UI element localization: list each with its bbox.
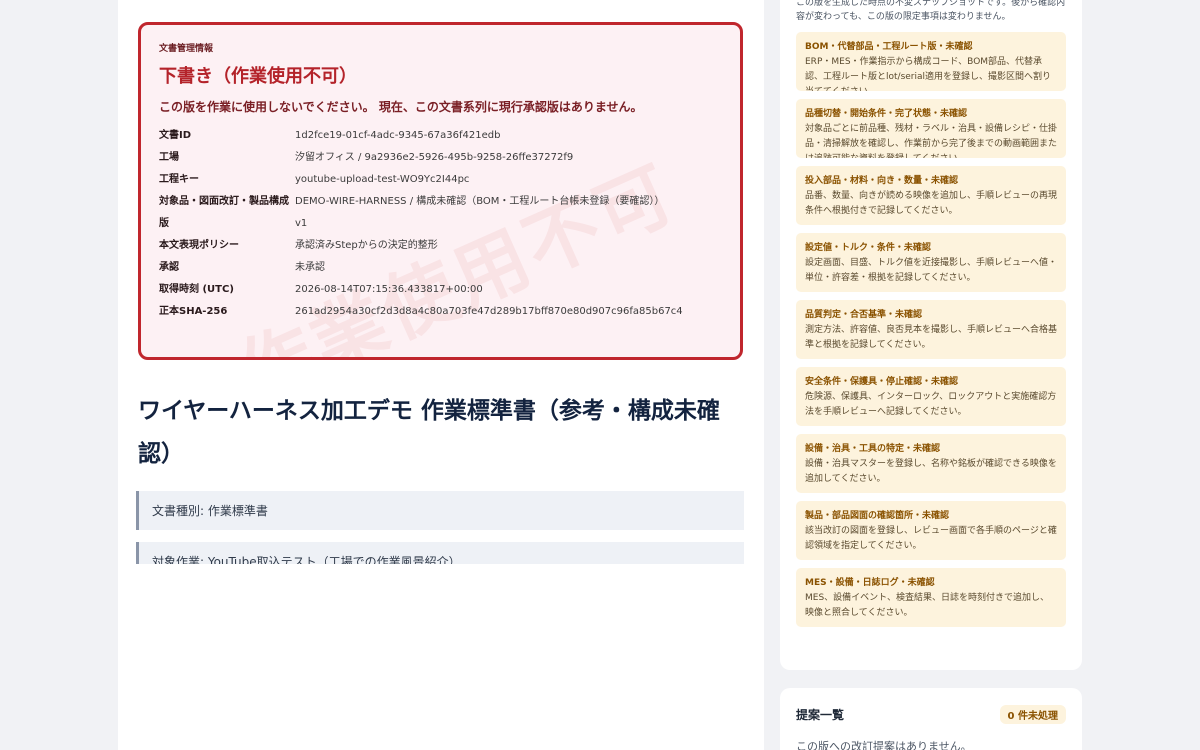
document-title: ワイヤーハーネス加工デモ 作業標準書（参考・構成未確認）	[138, 398, 720, 467]
checklist-item: 投入部品・材料・向き・数量・未確認 品番、数量、向きが読める映像を追加し、手順レ…	[796, 166, 1066, 225]
meta-key: 正本SHA-256	[159, 306, 228, 317]
proposal-panel: 提案一覧 0 件未処理 この版への改訂提案はありません。	[780, 688, 1082, 750]
metadata-table: 文書ID 1d2fce19-01cf-4adc-9345-67a36f421ed…	[159, 127, 722, 320]
checklist-item: 設備・治具・工具の特定・未確認 設備・治具マスターを登録し、名称や銘板が確認でき…	[796, 434, 1066, 493]
main-panel: 作業使用不可 文書管理情報 下書き（作業使用不可） この版を作業に使用しないでく…	[118, 0, 764, 750]
proposal-empty-text: この版への改訂提案はありません。	[796, 740, 972, 750]
info-block-doc-type: 文書種別: 作業標準書	[136, 491, 744, 530]
proposal-title: 提案一覧	[796, 708, 845, 722]
meta-value: 2026-08-14T07:15:36.433817+00:00	[295, 284, 483, 295]
checklist-item: 設定値・トルク・条件・未確認 設定画面、目盛、トルク値を近接撮影し、手順レビュー…	[796, 233, 1066, 292]
pending-count-badge: 0 件未処理	[999, 705, 1066, 724]
meta-row: 正本SHA-256 261ad2954a30cf2d3d8a4c80a703fe…	[159, 303, 722, 320]
checklist-item-desc: 設定画面、目盛、トルク値を近接撮影し、手順レビューへ値・単位・許容差・根拠を記録…	[805, 258, 1058, 283]
meta-key: 取得時刻 (UTC)	[159, 284, 234, 295]
checklist-item: MES・設備・日誌ログ・未確認 MES、設備イベント、検査結果、日誌を時刻付きで…	[796, 568, 1066, 627]
meta-key: 本文表現ポリシー	[159, 240, 239, 251]
meta-row: 工場 汐留オフィス / 9a2936e2-5926-495b-9258-26ff…	[159, 149, 722, 166]
meta-key: 承認	[159, 262, 179, 273]
draft-warning: この版を作業に使用しないでください。 現在、この文書系列に現行承認版はありません…	[159, 100, 643, 114]
meta-key: 工場	[159, 152, 179, 163]
checklist-item-desc: 測定方法、許容値、良否見本を撮影し、手順レビューへ合格基準と根拠を記録してくださ…	[805, 325, 1058, 350]
checklist-item-title: MES・設備・日誌ログ・未確認	[805, 578, 935, 588]
checklist-item-desc: ERP・MES・作業指示から構成コード、BOM部品、代替承認、工程ルート版とlo…	[805, 57, 1052, 91]
meta-value: 261ad2954a30cf2d3d8a4c80a703fe47d289b17b…	[295, 306, 683, 317]
checklist-item-title: 安全条件・保護具・停止確認・未確認	[805, 377, 959, 387]
checklist-item: 品質判定・合否基準・未確認 測定方法、許容値、良否見本を撮影し、手順レビューへ合…	[796, 300, 1066, 359]
meta-key: 文書ID	[159, 130, 192, 141]
checklist-item-title: 製品・部品図面の確認箇所・未確認	[805, 511, 950, 521]
checklist-item: 製品・部品図面の確認箇所・未確認 該当改訂の図面を登録し、レビュー画面で各手順の…	[796, 501, 1066, 560]
meta-value: v1	[295, 218, 308, 229]
checklist-item-title: 設備・治具・工具の特定・未確認	[805, 444, 941, 454]
meta-value: 汐留オフィス / 9a2936e2-5926-495b-9258-26ffe37…	[295, 152, 574, 163]
meta-value: 未承認	[295, 262, 325, 273]
meta-key: 版	[159, 218, 169, 229]
unverified-checklist: BOM・代替部品・工程ルート版・未確認 ERP・MES・作業指示から構成コード、…	[796, 32, 1066, 627]
checklist-item-desc: 危険源、保護具、インターロック、ロックアウトと実施確認方法を手順レビューへ記録し…	[805, 392, 1057, 417]
checklist-item-title: 品種切替・開始条件・完了状態・未確認	[805, 109, 968, 119]
checklist-item-title: 品質判定・合否基準・未確認	[805, 310, 923, 320]
checklist-item-desc: 品番、数量、向きが読める映像を追加し、手順レビューの再現条件へ根拠付きで記録して…	[805, 191, 1058, 216]
meta-row: 版 v1	[159, 215, 722, 232]
draft-notice: 作業使用不可 文書管理情報 下書き（作業使用不可） この版を作業に使用しないでく…	[138, 22, 743, 360]
meta-value: DEMO-WIRE-HARNESS / 構成未確認（BOM・工程ルート台帳未登録…	[295, 196, 665, 207]
draft-title: 下書き（作業使用不可）	[159, 66, 357, 87]
meta-row: 承認 未承認	[159, 259, 722, 276]
meta-value: youtube-upload-test-WO9Yc2I44pc	[295, 174, 470, 185]
meta-row: 本文表現ポリシー 承認済みStepからの決定的整形	[159, 237, 722, 254]
meta-row: 対象品・図面改訂・製品構成 DEMO-WIRE-HARNESS / 構成未確認（…	[159, 193, 722, 210]
checklist-item-desc: 該当改訂の図面を登録し、レビュー画面で各手順のページと確認領域を指定してください…	[805, 526, 1057, 551]
snapshot-intro: この版を生成した時点の不変スナップショットです。後から確認内容が変わっても、この…	[796, 0, 1066, 22]
info-block-target-task: 対象作業: YouTube取込テスト（工場での作業風景紹介）	[136, 542, 744, 564]
checklist-item-title: 投入部品・材料・向き・数量・未確認	[805, 176, 959, 186]
checklist-item-desc: MES、設備イベント、検査結果、日誌を時刻付きで追加し、映像と照合してください。	[805, 593, 1049, 618]
checklist-item: 品種切替・開始条件・完了状態・未確認 対象品ごとに前品種、残材・ラベル・治具・設…	[796, 99, 1066, 158]
checklist-item-title: 設定値・トルク・条件・未確認	[805, 243, 931, 253]
checklist-item: BOM・代替部品・工程ルート版・未確認 ERP・MES・作業指示から構成コード、…	[796, 32, 1066, 91]
meta-row: 文書ID 1d2fce19-01cf-4adc-9345-67a36f421ed…	[159, 127, 722, 144]
proposal-header: 提案一覧 0 件未処理	[796, 705, 1066, 724]
meta-value: 承認済みStepからの決定的整形	[295, 240, 438, 251]
checklist-item-title: BOM・代替部品・工程ルート版・未確認	[805, 42, 973, 52]
checklist-item-desc: 設備・治具マスターを登録し、名称や銘板が確認できる映像を追加してください。	[805, 459, 1057, 484]
meta-key: 対象品・図面改訂・製品構成	[159, 196, 289, 207]
checklist-item: 安全条件・保護具・停止確認・未確認 危険源、保護具、インターロック、ロックアウト…	[796, 367, 1066, 426]
meta-key: 工程キー	[159, 174, 199, 185]
meta-value: 1d2fce19-01cf-4adc-9345-67a36f421edb	[295, 130, 501, 141]
checklist-item-desc: 対象品ごとに前品種、残材・ラベル・治具・設備レシピ・仕掛品・清掃解放を確認し、作…	[805, 124, 1058, 158]
draft-label: 文書管理情報	[159, 44, 214, 54]
meta-row: 工程キー youtube-upload-test-WO9Yc2I44pc	[159, 171, 722, 188]
meta-row: 取得時刻 (UTC) 2026-08-14T07:15:36.433817+00…	[159, 281, 722, 298]
snapshot-sidebar: この版を生成した時点の不変スナップショットです。後から確認内容が変わっても、この…	[780, 0, 1082, 670]
